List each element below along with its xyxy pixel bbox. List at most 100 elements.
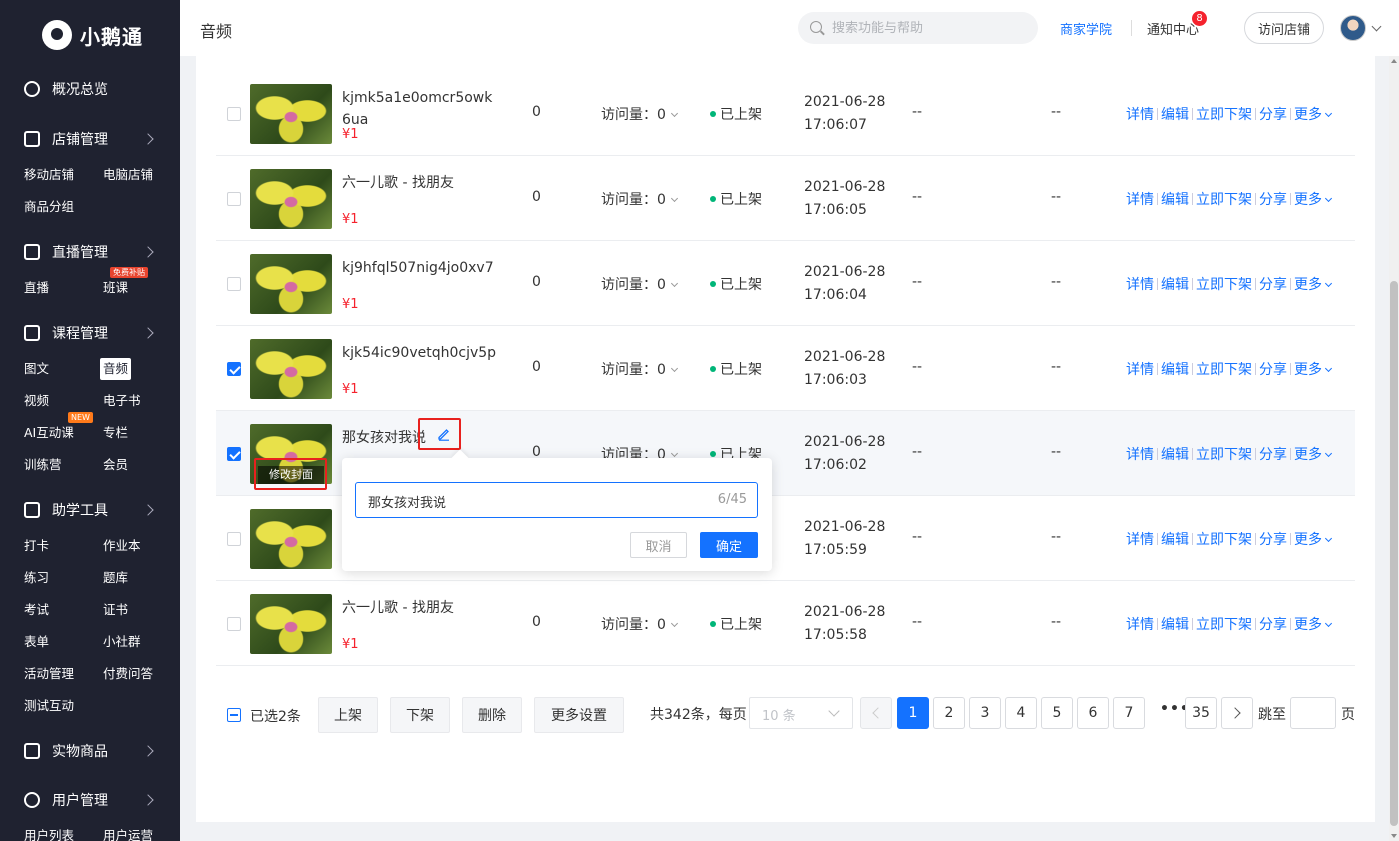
offshelf-link[interactable]: 立即下架 bbox=[1196, 192, 1252, 208]
pencil-icon[interactable] bbox=[437, 427, 451, 441]
audio-title[interactable]: kjk54ic90vetqh0cjv5p bbox=[342, 342, 500, 364]
more-link[interactable]: 更多 bbox=[1294, 107, 1322, 123]
nav-group-live[interactable]: 直播管理 bbox=[0, 238, 180, 266]
detail-link[interactable]: 详情 bbox=[1126, 362, 1154, 378]
audio-cover-image[interactable] bbox=[250, 594, 332, 654]
chevron-down-icon[interactable] bbox=[1324, 534, 1333, 543]
audio-cover-image[interactable] bbox=[250, 254, 332, 314]
merchant-academy-link[interactable]: 商家学院 bbox=[1060, 19, 1112, 38]
sidebar-item-community[interactable]: 小社群 bbox=[100, 631, 144, 653]
sidebar-item-camp[interactable]: 训练营 bbox=[21, 454, 65, 476]
change-cover-button[interactable]: 修改封面 bbox=[258, 466, 324, 484]
detail-link[interactable]: 详情 bbox=[1126, 617, 1154, 633]
sidebar-item-user-ops[interactable]: 用户运营 bbox=[100, 825, 156, 841]
page-button[interactable]: 1 bbox=[897, 697, 929, 729]
sidebar-item-video[interactable]: 视频 bbox=[21, 390, 52, 412]
sidebar-item-ai-course[interactable]: AI互动课 bbox=[21, 422, 77, 444]
chevron-down-icon[interactable] bbox=[1324, 279, 1333, 288]
detail-link[interactable]: 详情 bbox=[1126, 532, 1154, 548]
sidebar-item-ebook[interactable]: 电子书 bbox=[100, 390, 144, 412]
share-link[interactable]: 分享 bbox=[1259, 107, 1287, 123]
share-link[interactable]: 分享 bbox=[1259, 192, 1287, 208]
page-button[interactable]: 2 bbox=[933, 697, 965, 729]
more-link[interactable]: 更多 bbox=[1294, 447, 1322, 463]
batch-delete-button[interactable]: 删除 bbox=[462, 697, 522, 733]
sidebar-item-paid-qa[interactable]: 付费问答 bbox=[100, 663, 156, 685]
notification-center-link[interactable]: 通知中心 bbox=[1147, 19, 1199, 38]
share-link[interactable]: 分享 bbox=[1259, 532, 1287, 548]
edit-link[interactable]: 编辑 bbox=[1161, 277, 1189, 293]
offshelf-link[interactable]: 立即下架 bbox=[1196, 447, 1252, 463]
page-button[interactable]: 3 bbox=[969, 697, 1001, 729]
chevron-down-icon[interactable] bbox=[1324, 194, 1333, 203]
view-count[interactable]: 访问量：0 bbox=[601, 359, 678, 379]
view-count[interactable]: 访问量：0 bbox=[601, 189, 678, 209]
sidebar-item-pc-store[interactable]: 电脑店铺 bbox=[100, 164, 156, 186]
row-checkbox[interactable] bbox=[227, 617, 241, 631]
sidebar-item-column[interactable]: 专栏 bbox=[100, 422, 131, 444]
detail-link[interactable]: 详情 bbox=[1126, 192, 1154, 208]
nav-group-tools[interactable]: 助学工具 bbox=[0, 496, 180, 524]
audio-title[interactable]: 那女孩对我说 bbox=[342, 427, 500, 449]
sidebar-item-practice[interactable]: 练习 bbox=[21, 567, 52, 589]
sidebar-item-form[interactable]: 表单 bbox=[21, 631, 52, 653]
offshelf-link[interactable]: 立即下架 bbox=[1196, 532, 1252, 548]
sidebar-item-mobile-store[interactable]: 移动店铺 bbox=[21, 164, 77, 186]
share-link[interactable]: 分享 bbox=[1259, 362, 1287, 378]
share-link[interactable]: 分享 bbox=[1259, 277, 1287, 293]
row-checkbox[interactable] bbox=[227, 362, 241, 376]
more-link[interactable]: 更多 bbox=[1294, 192, 1322, 208]
sidebar-item-member[interactable]: 会员 bbox=[100, 454, 131, 476]
sidebar-item-activity[interactable]: 活动管理 bbox=[21, 663, 77, 685]
nav-group-course[interactable]: 课程管理 bbox=[0, 319, 180, 347]
row-checkbox[interactable] bbox=[227, 277, 241, 291]
audio-cover-image[interactable] bbox=[250, 169, 332, 229]
page-scrollbar[interactable] bbox=[1389, 56, 1399, 841]
detail-link[interactable]: 详情 bbox=[1126, 277, 1154, 293]
audio-cover-image[interactable] bbox=[250, 84, 332, 144]
detail-link[interactable]: 详情 bbox=[1126, 107, 1154, 123]
page-button[interactable]: 7 bbox=[1113, 697, 1145, 729]
view-count[interactable]: 访问量：0 bbox=[601, 614, 678, 634]
prev-page-button[interactable] bbox=[860, 697, 892, 729]
more-link[interactable]: 更多 bbox=[1294, 277, 1322, 293]
next-page-button[interactable] bbox=[1221, 697, 1253, 729]
chevron-down-icon[interactable] bbox=[1324, 449, 1333, 458]
page-button-last[interactable]: 35 bbox=[1185, 697, 1217, 729]
edit-link[interactable]: 编辑 bbox=[1161, 107, 1189, 123]
row-checkbox[interactable] bbox=[227, 447, 241, 461]
more-link[interactable]: 更多 bbox=[1294, 362, 1322, 378]
cancel-button[interactable]: 取消 bbox=[630, 532, 687, 558]
sidebar-item-certificate[interactable]: 证书 bbox=[100, 599, 131, 621]
search-box[interactable] bbox=[798, 12, 1038, 44]
sidebar-item-audio[interactable]: 音频 bbox=[100, 358, 132, 380]
chevron-down-icon[interactable] bbox=[1324, 109, 1333, 118]
batch-on-shelf-button[interactable]: 上架 bbox=[318, 697, 378, 733]
row-checkbox[interactable] bbox=[227, 532, 241, 546]
more-link[interactable]: 更多 bbox=[1294, 532, 1322, 548]
share-link[interactable]: 分享 bbox=[1259, 447, 1287, 463]
sidebar-item-checkin[interactable]: 打卡 bbox=[21, 535, 52, 557]
logo[interactable]: 小鹅通 bbox=[42, 18, 143, 52]
view-count[interactable]: 访问量：0 bbox=[601, 274, 678, 294]
sidebar-item-live[interactable]: 直播 bbox=[21, 277, 52, 299]
audio-title[interactable]: 六一儿歌 - 找朋友 bbox=[342, 597, 500, 619]
scrollbar-thumb[interactable] bbox=[1390, 281, 1398, 826]
offshelf-link[interactable]: 立即下架 bbox=[1196, 362, 1252, 378]
more-link[interactable]: 更多 bbox=[1294, 617, 1322, 633]
edit-link[interactable]: 编辑 bbox=[1161, 532, 1189, 548]
edit-link[interactable]: 编辑 bbox=[1161, 447, 1189, 463]
nav-group-overview[interactable]: 概况总览 bbox=[0, 75, 180, 103]
audio-title[interactable]: kjmk5a1e0omcr5owk6ua bbox=[342, 87, 500, 131]
edit-link[interactable]: 编辑 bbox=[1161, 192, 1189, 208]
batch-off-shelf-button[interactable]: 下架 bbox=[390, 697, 450, 733]
title-input-wrapper[interactable]: 6/45 bbox=[355, 482, 758, 518]
detail-link[interactable]: 详情 bbox=[1126, 447, 1154, 463]
audio-cover-image[interactable]: 修改封面 bbox=[250, 424, 332, 484]
nav-group-physical[interactable]: 实物商品 bbox=[0, 737, 180, 765]
share-link[interactable]: 分享 bbox=[1259, 617, 1287, 633]
avatar[interactable] bbox=[1340, 15, 1366, 41]
page-size-select[interactable]: 10 条 bbox=[749, 697, 853, 729]
sidebar-item-article[interactable]: 图文 bbox=[21, 358, 52, 380]
chevron-down-icon[interactable] bbox=[1324, 619, 1333, 628]
